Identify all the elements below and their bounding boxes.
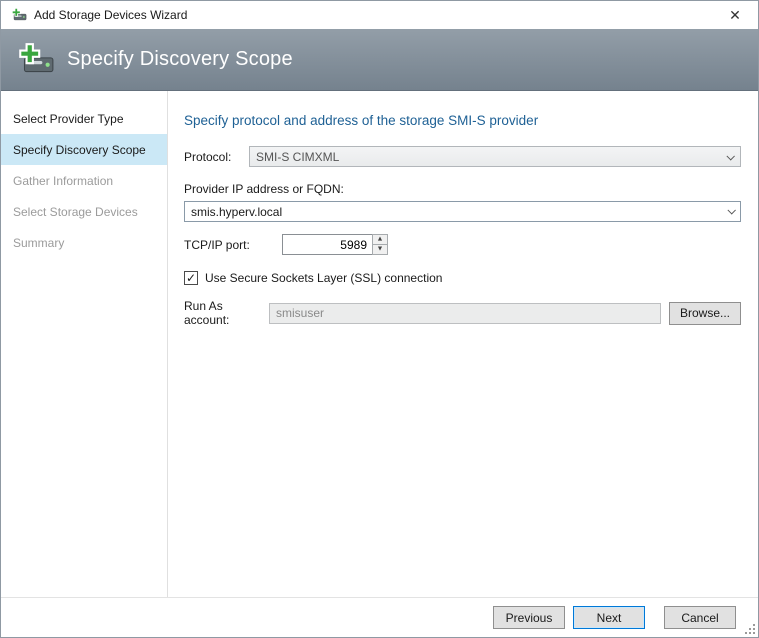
runas-label: Run As account:	[184, 299, 269, 327]
port-stepper: ▲ ▼	[282, 234, 388, 255]
ssl-label: Use Secure Sockets Layer (SSL) connectio…	[205, 271, 442, 285]
page-title: Specify Discovery Scope	[67, 48, 293, 71]
spin-up-button[interactable]: ▲	[372, 234, 388, 245]
step-summary: Summary	[1, 227, 167, 258]
resize-grip-icon[interactable]	[744, 623, 756, 635]
step-select-storage-devices: Select Storage Devices	[1, 196, 167, 227]
step-select-provider-type[interactable]: Select Provider Type	[1, 103, 167, 134]
protocol-label: Protocol:	[184, 150, 249, 164]
fqdn-input[interactable]	[184, 201, 741, 222]
next-button[interactable]: Next	[573, 606, 645, 629]
port-spinner: ▲ ▼	[372, 234, 388, 255]
discovery-scope-form: Specify protocol and address of the stor…	[168, 91, 759, 597]
runas-field	[269, 303, 661, 324]
protocol-dropdown[interactable]: SMI-S CIMXML	[249, 146, 741, 167]
cancel-button[interactable]: Cancel	[664, 606, 736, 629]
add-storage-devices-icon	[10, 7, 27, 23]
step-specify-discovery-scope[interactable]: Specify Discovery Scope	[1, 134, 167, 165]
previous-button[interactable]: Previous	[493, 606, 565, 629]
titlebar: Add Storage Devices Wizard ✕	[1, 1, 758, 29]
wizard-window: Add Storage Devices Wizard ✕ Specify Dis…	[0, 0, 759, 638]
arrow-down-icon: ▼	[378, 246, 382, 252]
port-label: TCP/IP port:	[184, 238, 282, 252]
wizard-footer: Previous Next Cancel	[1, 597, 758, 637]
close-icon: ✕	[729, 7, 741, 23]
add-storage-device-icon	[15, 42, 55, 78]
chevron-down-icon	[726, 152, 734, 160]
fqdn-combo	[184, 201, 741, 222]
arrow-up-icon: ▲	[378, 236, 382, 242]
wizard-steps: Select Provider Type Specify Discovery S…	[1, 91, 168, 597]
fqdn-label: Provider IP address or FQDN:	[184, 182, 741, 196]
spin-down-button[interactable]: ▼	[372, 245, 388, 256]
close-button[interactable]: ✕	[720, 3, 750, 27]
port-input[interactable]	[282, 234, 372, 255]
form-heading: Specify protocol and address of the stor…	[184, 113, 741, 128]
window-title: Add Storage Devices Wizard	[34, 8, 187, 22]
protocol-value: SMI-S CIMXML	[256, 150, 339, 164]
wizard-content: Select Provider Type Specify Discovery S…	[1, 91, 758, 597]
browse-button[interactable]: Browse...	[669, 302, 741, 325]
wizard-banner: Specify Discovery Scope	[1, 29, 758, 91]
ssl-checkbox[interactable]	[184, 271, 198, 285]
step-gather-information: Gather Information	[1, 165, 167, 196]
